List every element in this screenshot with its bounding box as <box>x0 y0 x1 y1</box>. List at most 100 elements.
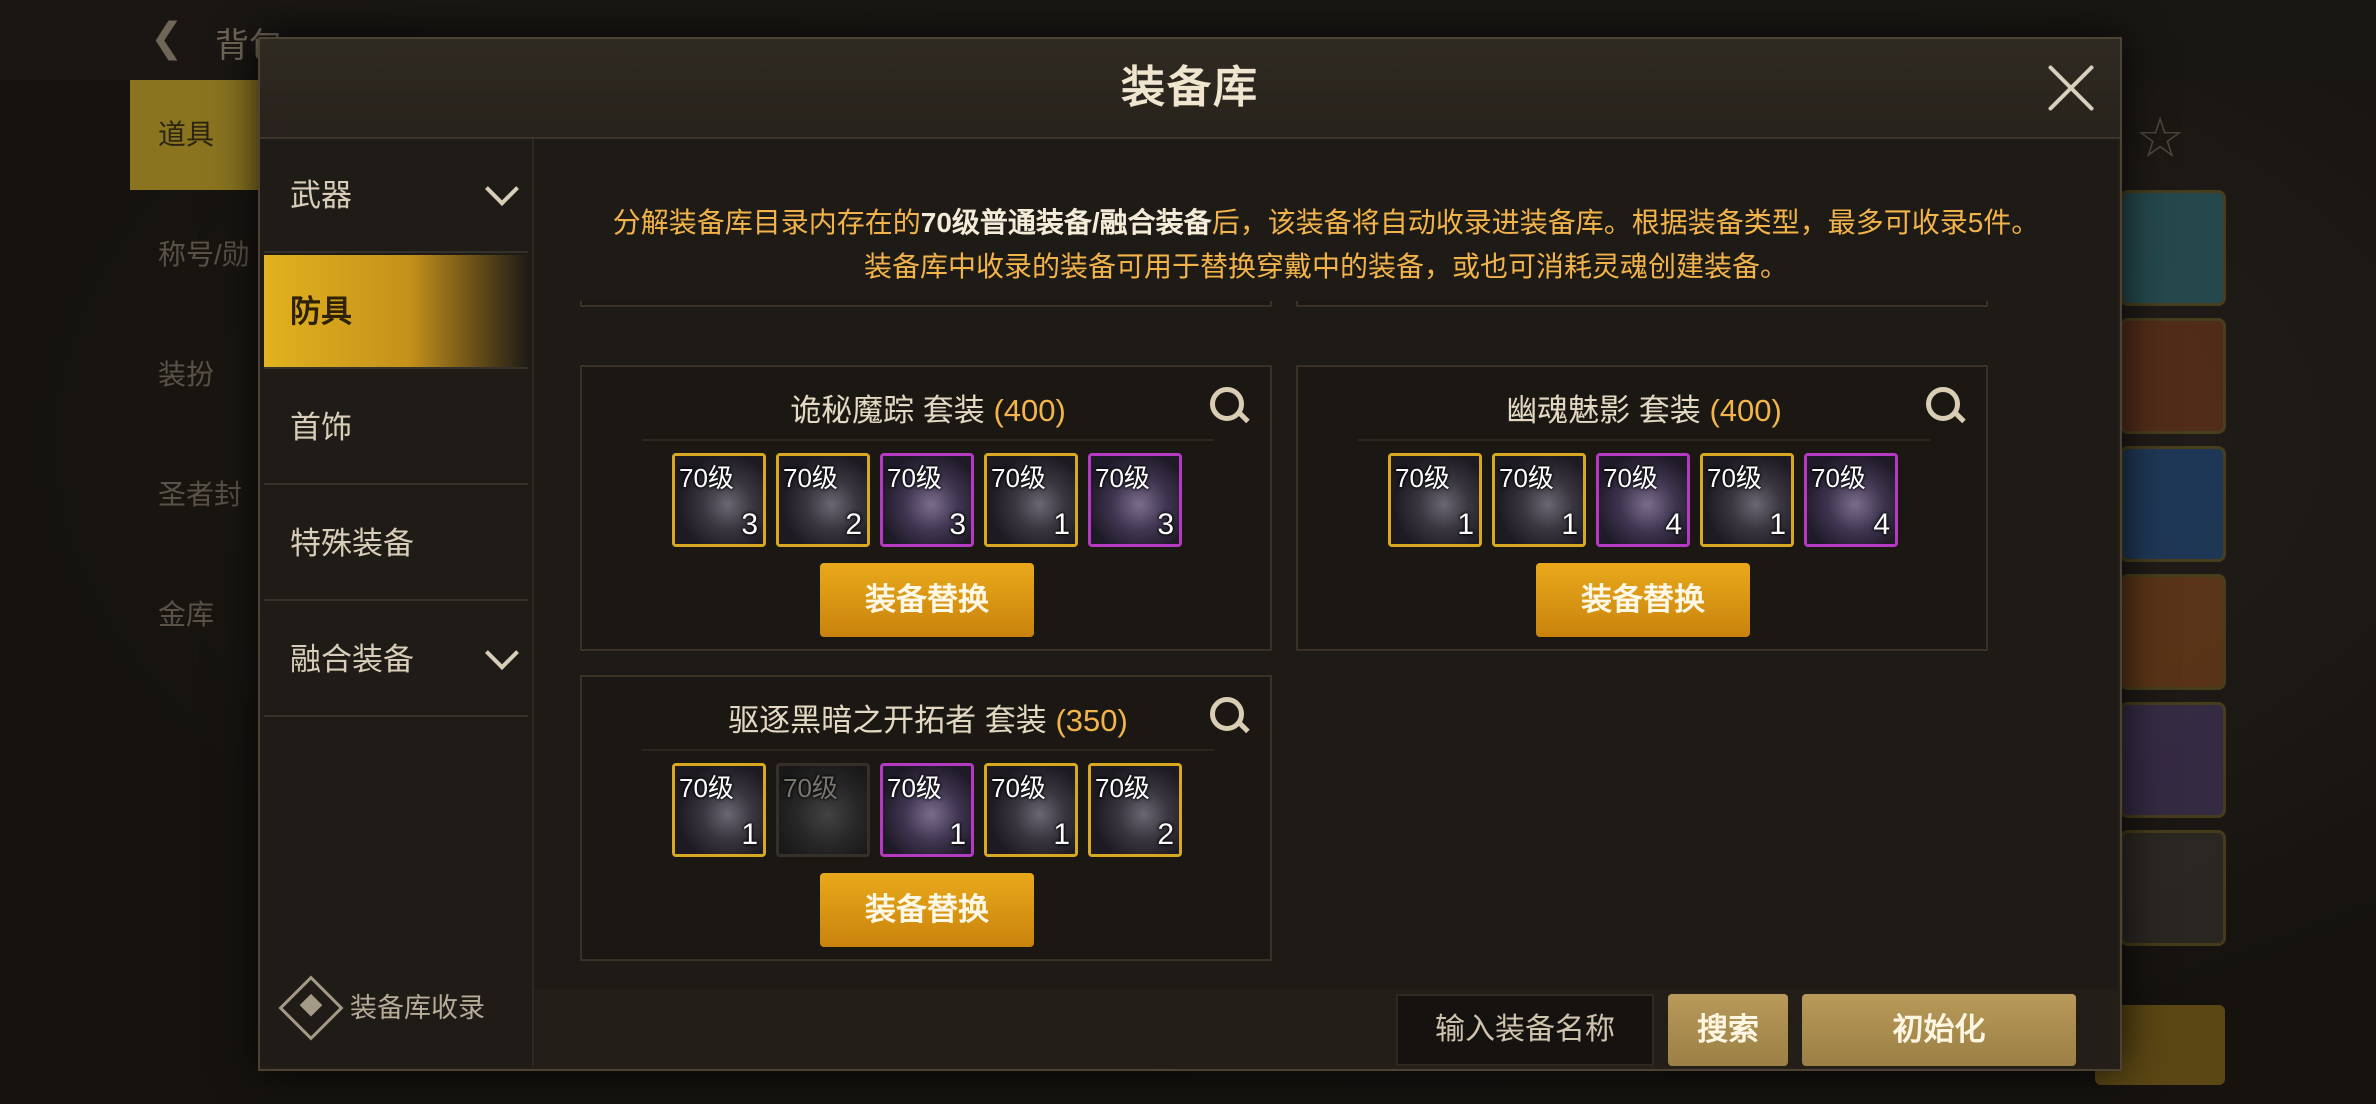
item-count: 2 <box>1157 818 1174 851</box>
category-accessory[interactable]: 首饰 <box>264 371 528 485</box>
item-level: 70级 <box>679 773 734 803</box>
bg-item-thumb[interactable] <box>2120 830 2226 946</box>
equipment-slot[interactable]: 70级 1 <box>1700 453 1794 547</box>
set-points: (400) <box>993 393 1066 428</box>
item-level: 70级 <box>783 463 838 493</box>
item-count: 1 <box>1457 508 1474 541</box>
equipment-slot[interactable]: 70级 2 <box>1088 763 1182 857</box>
equipment-name-input[interactable] <box>1396 994 1654 1066</box>
equipment-slot[interactable]: 70级 3 <box>672 453 766 547</box>
item-count: 4 <box>1665 508 1682 541</box>
category-sidebar: 武器 防具 首饰 特殊装备 融合装备 装备库收录 <box>260 139 534 1067</box>
item-row: 70级 1 70级 70级 1 70级 1 70级 2 <box>672 763 1192 859</box>
collection-label: 装备库收录 <box>350 993 485 1023</box>
item-level: 70级 <box>679 463 734 493</box>
set-points: (400) <box>1709 393 1782 428</box>
bg-tab-vault[interactable]: 金库 <box>130 560 260 670</box>
bg-item-thumb[interactable] <box>2120 574 2226 690</box>
category-label: 首饰 <box>290 410 352 445</box>
category-label: 融合装备 <box>290 642 414 677</box>
replace-equipment-button[interactable]: 装备替换 <box>820 873 1034 947</box>
item-level: 70级 <box>1095 773 1150 803</box>
set-panel: 诡秘魔踪 套装 (400) 70级 3 70级 2 70级 3 70级 1 70级 3 装… <box>580 365 1272 651</box>
search-icon[interactable] <box>1210 387 1250 427</box>
item-level: 70级 <box>887 463 942 493</box>
category-label: 特殊装备 <box>290 526 414 561</box>
bg-tab-outfit[interactable]: 装扮 <box>130 320 260 430</box>
item-row: 70级 1 70级 1 70级 4 70级 1 70级 4 <box>1388 453 1908 549</box>
set-panel: 幽魂魅影 套装 (400) 70级 1 70级 1 70级 4 70级 1 70级 4 装… <box>1296 365 1988 651</box>
equipment-slot[interactable]: 70级 2 <box>776 453 870 547</box>
search-button[interactable]: 搜索 <box>1668 994 1788 1066</box>
equipment-slot[interactable]: 70级 4 <box>1804 453 1898 547</box>
set-list-area: 分解装备库目录内存在的70级普通装备/融合装备后，该装备将自动收录进装备库。根据… <box>534 139 2118 989</box>
replace-equipment-button[interactable]: 装备替换 <box>1536 563 1750 637</box>
item-row: 70级 3 70级 2 70级 3 70级 1 70级 3 <box>672 453 1192 549</box>
category-fusion[interactable]: 融合装备 <box>264 603 528 717</box>
category-armor[interactable]: 防具 <box>264 255 528 369</box>
equipment-vault-modal: 装备库 武器 防具 首饰 特殊装备 融合装备 装备库收录 分解装备库目录内存在的… <box>258 37 2122 1071</box>
notice-text: 后，该装备将自动收录进装备库。根据装备类型，最多可收录5件。 <box>1211 207 2040 238</box>
replace-equipment-button[interactable]: 装备替换 <box>820 563 1034 637</box>
item-count: 1 <box>1561 508 1578 541</box>
bg-item-thumb[interactable] <box>2120 702 2226 818</box>
divider <box>1358 439 1930 441</box>
background-tab-list: 道具 称号/勋 装扮 圣者封 金库 <box>130 80 260 1080</box>
set-name: 幽魂魅影 套装 <box>1506 393 1701 428</box>
item-count: 4 <box>1873 508 1890 541</box>
equipment-slot[interactable]: 70级 1 <box>1388 453 1482 547</box>
set-title: 驱逐黑暗之开拓者 套装 (350) <box>582 695 1274 740</box>
notice-line-2: 装备库中收录的装备可用于替换穿戴中的装备，或也可消耗灵魂创建装备。 <box>863 251 1788 282</box>
collection-icon <box>278 975 344 1041</box>
equipment-slot[interactable]: 70级 1 <box>1492 453 1586 547</box>
item-count: 3 <box>1157 508 1174 541</box>
category-label: 武器 <box>290 178 352 213</box>
category-weapon[interactable]: 武器 <box>264 139 528 253</box>
bg-tab-items[interactable]: 道具 <box>130 80 260 190</box>
equipment-slot[interactable]: 70级 1 <box>984 763 1078 857</box>
item-count: 1 <box>949 818 966 851</box>
item-level: 70级 <box>1395 463 1450 493</box>
search-footer: 搜索 初始化 <box>534 989 2118 1067</box>
set-title: 幽魂魅影 套装 (400) <box>1298 385 1990 430</box>
notice-banner: 分解装备库目录内存在的70级普通装备/融合装备后，该装备将自动收录进装备库。根据… <box>534 139 2118 301</box>
chevron-down-icon <box>485 636 519 670</box>
chevron-down-icon <box>485 172 519 206</box>
set-name: 驱逐黑暗之开拓者 套装 <box>728 703 1047 738</box>
search-icon[interactable] <box>1926 387 1966 427</box>
favorite-star-icon[interactable]: ☆ <box>2135 105 2185 171</box>
item-count: 3 <box>949 508 966 541</box>
category-special[interactable]: 特殊装备 <box>264 487 528 601</box>
equipment-slot-empty[interactable]: 70级 <box>776 763 870 857</box>
bg-item-thumb[interactable] <box>2120 318 2226 434</box>
set-title: 诡秘魔踪 套装 (400) <box>582 385 1274 430</box>
equipment-slot[interactable]: 70级 4 <box>1596 453 1690 547</box>
set-panel: 驱逐黑暗之开拓者 套装 (350) 70级 1 70级 70级 1 70级 1 70级… <box>580 675 1272 961</box>
item-level: 70级 <box>1603 463 1658 493</box>
equipment-slot[interactable]: 70级 1 <box>672 763 766 857</box>
reset-button[interactable]: 初始化 <box>1802 994 2076 1066</box>
equipment-slot[interactable]: 70级 3 <box>1088 453 1182 547</box>
divider <box>642 749 1214 751</box>
equipment-slot[interactable]: 70级 1 <box>880 763 974 857</box>
item-level: 70级 <box>1811 463 1866 493</box>
modal-header: 装备库 <box>260 39 2120 139</box>
item-level: 70级 <box>783 773 838 803</box>
bg-tab-titles[interactable]: 称号/勋 <box>130 200 260 310</box>
close-icon[interactable] <box>2044 61 2098 115</box>
bg-item-thumb[interactable] <box>2120 446 2226 562</box>
item-level: 70级 <box>1707 463 1762 493</box>
equipment-slot[interactable]: 70级 1 <box>984 453 1078 547</box>
bg-tab-seal[interactable]: 圣者封 <box>130 440 260 550</box>
item-level: 70级 <box>991 773 1046 803</box>
back-arrow-icon[interactable]: ❮ <box>150 18 190 58</box>
set-name: 诡秘魔踪 套装 <box>790 393 985 428</box>
search-icon[interactable] <box>1210 697 1250 737</box>
bg-item-thumb[interactable] <box>2120 190 2226 306</box>
equipment-slot[interactable]: 70级 3 <box>880 453 974 547</box>
notice-line-1: 分解装备库目录内存在的70级普通装备/融合装备后，该装备将自动收录进装备库。根据… <box>534 201 2118 241</box>
item-level: 70级 <box>1499 463 1554 493</box>
item-count: 3 <box>741 508 758 541</box>
vault-collection-link[interactable]: 装备库收录 <box>278 975 528 1041</box>
item-count: 1 <box>1053 508 1070 541</box>
